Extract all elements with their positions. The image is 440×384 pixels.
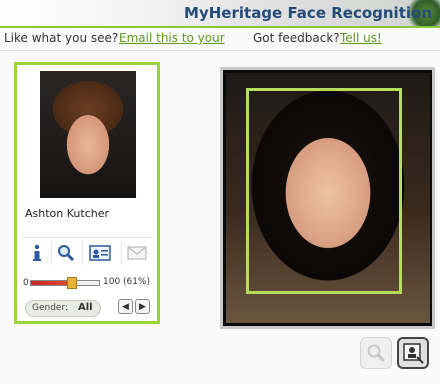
arrow-right-icon: ▶: [139, 301, 146, 312]
search-button[interactable]: [55, 243, 77, 263]
zoom-icon: [367, 344, 386, 363]
icon-separator: [82, 241, 83, 265]
slider-max-label: 100 (61%): [103, 277, 151, 287]
match-name: Ashton Kutcher: [25, 207, 109, 220]
card-divider: [22, 237, 152, 238]
email-link[interactable]: Email this to your: [119, 31, 225, 45]
email-button[interactable]: [126, 243, 148, 263]
gender-label: Gender:: [32, 303, 69, 313]
like-prompt-text: Like what you see?: [4, 31, 119, 45]
header-divider: [0, 26, 440, 28]
envelope-icon: [127, 246, 147, 260]
similarity-slider-thumb[interactable]: [67, 277, 77, 289]
info-icon: [33, 244, 41, 261]
face-select-icon: [403, 343, 424, 364]
gender-value[interactable]: All: [78, 302, 93, 313]
zoom-button[interactable]: [360, 337, 392, 369]
info-button[interactable]: [26, 243, 48, 263]
face-detection-box[interactable]: [246, 88, 402, 294]
feedback-prompt-text: Got feedback?: [253, 31, 340, 45]
match-photo[interactable]: [40, 71, 136, 198]
profile-card-icon: [89, 245, 111, 261]
icon-separator: [121, 241, 122, 265]
search-icon: [58, 245, 75, 262]
select-face-button[interactable]: [397, 337, 429, 369]
profile-button[interactable]: [89, 243, 111, 263]
feedback-link[interactable]: Tell us!: [340, 31, 382, 45]
icon-separator: [51, 241, 52, 265]
slider-min-label: 0: [23, 278, 29, 288]
app-title: MyHeritage Face Recognition: [184, 4, 432, 22]
arrow-left-icon: ◀: [122, 301, 129, 312]
similarity-slider-fill: [31, 281, 72, 285]
toolbar-divider: [0, 50, 440, 51]
next-match-button[interactable]: ▶: [135, 299, 150, 314]
previous-match-button[interactable]: ◀: [118, 299, 133, 314]
